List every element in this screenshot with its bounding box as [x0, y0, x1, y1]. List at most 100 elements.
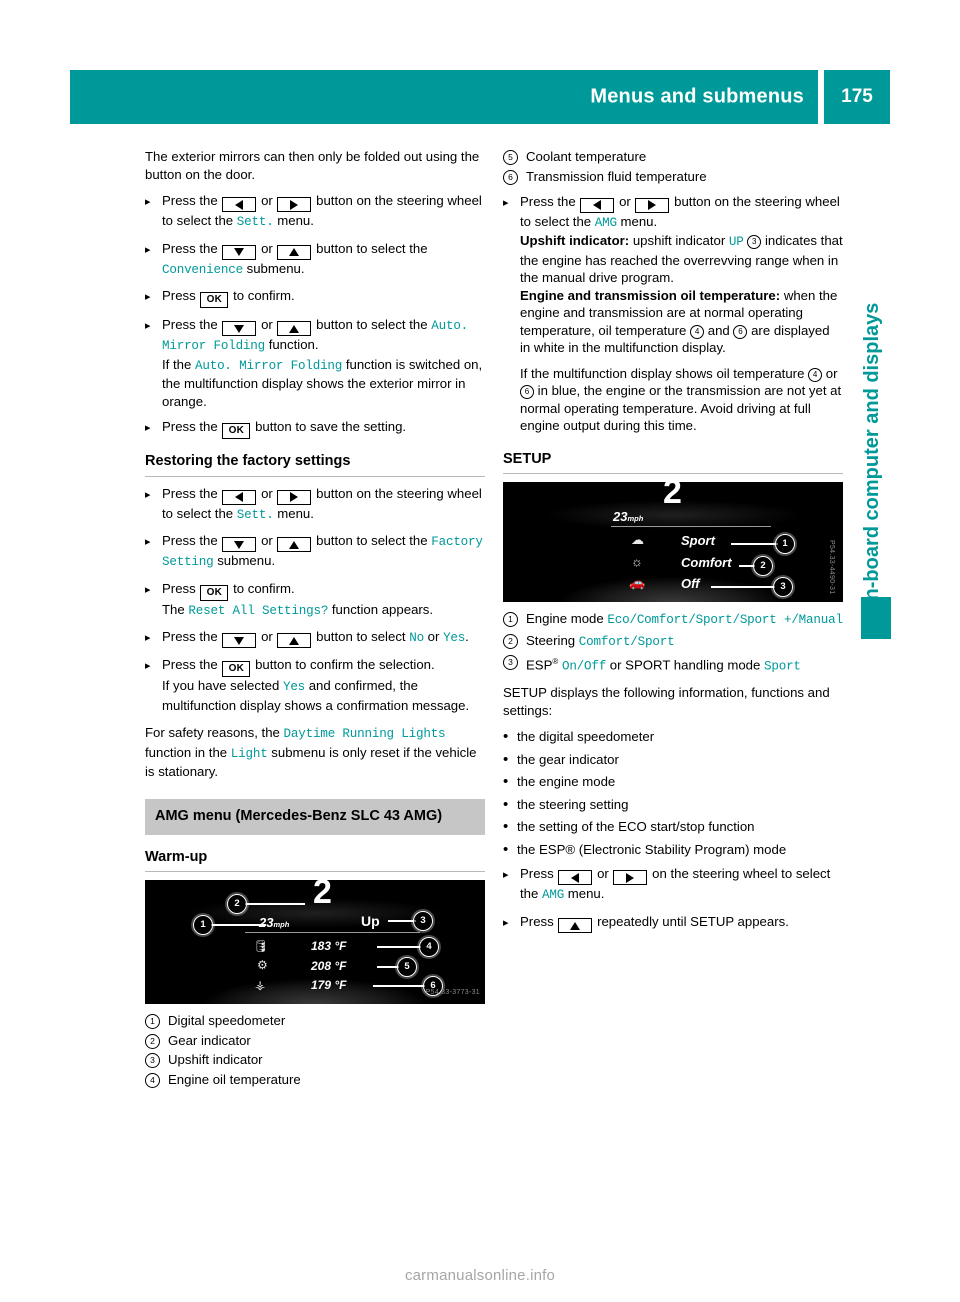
- step-select-convenience: ▸ Press the or button to select the Conv…: [145, 240, 485, 280]
- menu-name-amg: AMG: [594, 215, 617, 230]
- down-arrow-key-icon[interactable]: [222, 244, 257, 260]
- blue-note-part1: If the multifunction display shows oil t…: [520, 365, 805, 381]
- setup-bullet-item: • the digital speedometer: [503, 728, 843, 746]
- left-arrow-key-icon[interactable]: [580, 197, 615, 213]
- step-text: Press the: [520, 193, 576, 209]
- option-no: No: [409, 631, 424, 645]
- legend-item: 2 Steering Comfort/Sport: [503, 632, 843, 651]
- legend-item: 5 Coolant temperature: [503, 148, 843, 165]
- step-text-mid: button to select the: [316, 240, 428, 256]
- step-select-auto-mirror-folding: ▸ Press the or button to select the Auto…: [145, 316, 485, 410]
- callout-number: 6: [503, 169, 518, 185]
- heading-warm-up: Warm-up: [145, 848, 208, 865]
- callout-number: 1: [145, 1014, 160, 1029]
- display-divider: [245, 932, 420, 933]
- steering-value: Comfort: [681, 555, 732, 570]
- legend-item: 3 Upshift indicator: [145, 1051, 485, 1068]
- callout-1: 1: [775, 534, 795, 554]
- setup-bullet-item: • the setting of the ECO start/stop func…: [503, 818, 843, 836]
- upshift-note-label: Upshift indicator:: [520, 233, 630, 248]
- step-text-mid: button to select the: [316, 533, 428, 548]
- blue-temperature-note: If the multifunction display shows oil t…: [520, 365, 843, 435]
- step-bullet-icon: ▸: [145, 488, 151, 501]
- upshift-indicator-value: Up: [361, 913, 380, 929]
- left-arrow-key-icon[interactable]: [222, 489, 257, 505]
- steering-wheel-icon: ☼: [631, 554, 643, 569]
- sport-handling-mode-value: Sport: [764, 659, 801, 674]
- callout-number-inline: 3: [747, 235, 762, 249]
- registered-mark: ®: [552, 657, 559, 666]
- legend-label: Upshift indicator: [168, 1052, 263, 1067]
- legend-item: 2 Gear indicator: [145, 1032, 485, 1049]
- setup-legend: 1 Engine mode Eco/Comfort/Sport/Sport +/…: [503, 610, 843, 675]
- up-arrow-key-icon[interactable]: [277, 633, 312, 648]
- ok-key-icon[interactable]: OK: [222, 423, 251, 439]
- transmission-fluid-icon: ⚶: [255, 978, 266, 992]
- callout-number: 2: [503, 633, 518, 649]
- image-reference-code: P54.33-4490-31: [828, 539, 835, 594]
- step-or: or: [261, 629, 273, 644]
- step-text-post: to confirm.: [233, 580, 295, 596]
- amg-menu-box: AMG menu (Mercedes-Benz SLC 43 AMG): [145, 798, 485, 835]
- step-text-post: submenu.: [217, 553, 276, 568]
- step-or: or: [261, 240, 273, 256]
- callout-4: 4: [419, 937, 439, 957]
- step-extra-pre: The: [162, 601, 185, 617]
- step-bullet-icon: ▸: [145, 583, 151, 596]
- up-arrow-key-icon[interactable]: [277, 244, 312, 260]
- callout-leader: [377, 946, 421, 948]
- menu-name-amg: AMG: [542, 888, 565, 903]
- right-arrow-key-icon[interactable]: [277, 197, 312, 212]
- step-extra-pre: If you have selected: [162, 678, 280, 693]
- down-arrow-key-icon[interactable]: [222, 321, 257, 336]
- step-text: Press the: [162, 657, 218, 672]
- step-setup-press-up: ▸ Press repeatedly until SETUP appears.: [503, 913, 843, 933]
- legend-label: Transmission fluid temperature: [526, 168, 707, 184]
- step-or: or: [261, 193, 273, 208]
- step-bullet-icon: ▸: [145, 243, 151, 256]
- ok-key-icon[interactable]: OK: [200, 292, 229, 308]
- up-arrow-key-icon[interactable]: [558, 917, 593, 933]
- step-bullet-icon: ▸: [145, 660, 151, 672]
- legend-label: Steering: [526, 632, 576, 648]
- ok-key-icon[interactable]: OK: [222, 661, 251, 677]
- step-text-post: menu.: [620, 213, 658, 229]
- right-arrow-key-icon[interactable]: [613, 870, 648, 886]
- step-extra-pre: If the: [162, 356, 192, 372]
- side-tab-marker: [861, 597, 891, 639]
- step-bullet-icon: ▸: [145, 536, 151, 548]
- step-press-ok-confirm: ▸ Press OK to confirm.: [145, 287, 485, 308]
- heading-setup: SETUP: [503, 450, 552, 467]
- submenu-name-light: Light: [230, 746, 268, 761]
- step-select-amg-menu: ▸ Press the or button on the steering wh…: [503, 193, 843, 357]
- callout-leader: [377, 966, 399, 968]
- bullet-icon: •: [503, 773, 509, 791]
- bullet-label: the steering setting: [517, 796, 629, 812]
- engine-oil-temperature-value: 183 °F: [311, 939, 347, 953]
- up-arrow-key-icon[interactable]: [277, 537, 312, 552]
- down-arrow-key-icon[interactable]: [222, 633, 257, 648]
- display-text-up: UP: [728, 235, 744, 249]
- function-name-daytime-running-lights: Daytime Running Lights: [283, 727, 446, 741]
- oil-note-label: Engine and transmission oil temperature:: [520, 287, 781, 303]
- left-column: The exterior mirrors can then only be fo…: [145, 148, 485, 1090]
- ok-key-icon[interactable]: OK: [200, 584, 229, 601]
- callout-number: 3: [145, 1053, 160, 1068]
- callout-leader: [211, 924, 266, 926]
- engine-mode-value: Sport: [681, 533, 715, 548]
- right-arrow-key-icon[interactable]: [277, 489, 312, 505]
- left-arrow-key-icon[interactable]: [222, 197, 257, 212]
- up-arrow-key-icon[interactable]: [277, 321, 312, 336]
- down-arrow-key-icon[interactable]: [222, 537, 257, 552]
- legend-label: ESP: [526, 657, 553, 673]
- step-bullet-icon: ▸: [145, 632, 151, 644]
- blue-note-part2: in blue, the engine or the transmission …: [520, 383, 842, 433]
- safety-note: For safety reasons, the Daytime Running …: [145, 724, 485, 781]
- bullet-icon: •: [503, 818, 509, 836]
- warmup-display-image: 2 23mph Up 🛢 183 °F ⚙ 208 °F ⚶ 179 °F 1 …: [145, 880, 485, 1004]
- right-arrow-key-icon[interactable]: [635, 197, 670, 213]
- step-text-post: menu.: [567, 886, 605, 902]
- option-yes: Yes: [282, 680, 306, 694]
- warmup-legend: 1 Digital speedometer 2 Gear indicator 3…: [145, 1012, 485, 1088]
- left-arrow-key-icon[interactable]: [558, 870, 593, 886]
